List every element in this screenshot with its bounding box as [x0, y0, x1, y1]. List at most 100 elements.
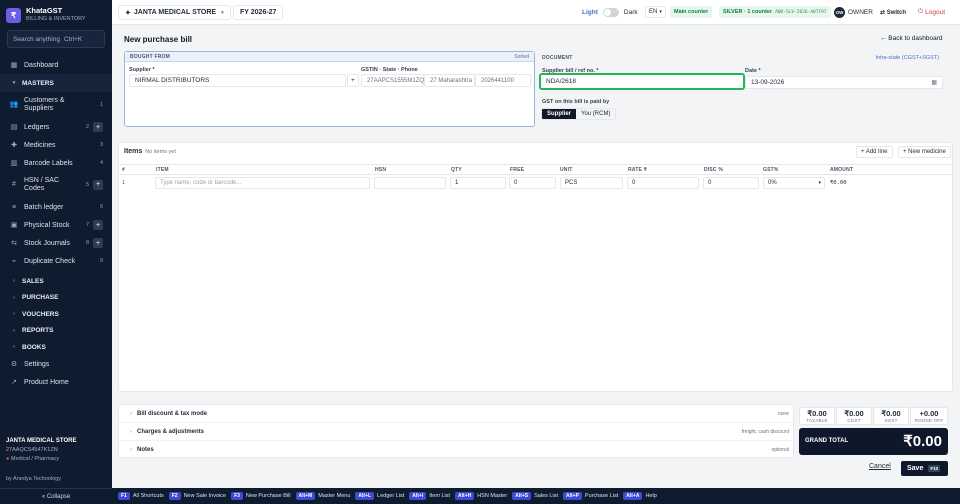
sidebar-item-ledgers[interactable]: ▤ Ledgers 2 + — [0, 118, 112, 136]
box-icon: ▣ — [10, 222, 18, 229]
chevron-right-icon: › — [13, 294, 15, 301]
sidebar-item-physical-stock[interactable]: ▣ Physical Stock 7 + — [0, 216, 112, 234]
chevron-right-icon: › — [130, 428, 132, 435]
barcode-icon: ▥ — [10, 160, 18, 167]
calendar-icon: ▦ — [931, 80, 937, 86]
chevron-right-icon: › — [13, 327, 15, 334]
accordion-title: Notes — [137, 447, 154, 453]
pill-icon: ✚ — [11, 142, 17, 149]
add-hsn-button[interactable]: + — [93, 180, 103, 190]
row-amount: ₹0.00 — [830, 180, 847, 186]
global-search-input[interactable]: Search anything Ctrl+K — [7, 30, 105, 48]
sidebar-item-dashboard[interactable]: ▦ Dashboard — [0, 56, 112, 74]
gst-rate-select[interactable]: 0% ▾ — [763, 177, 825, 189]
shortcut-purchase-list[interactable]: Alt+P Purchase List — [562, 492, 619, 500]
fy-selector[interactable]: FY 2026-27 — [233, 5, 284, 20]
shop-selector[interactable]: ✦ JANTA MEDICAL STORE ▾ — [118, 5, 231, 20]
external-link-icon: ↗ — [11, 379, 17, 386]
sidebar-item-barcode-labels[interactable]: ▥ Barcode Labels 4 — [0, 154, 112, 172]
shortcut-help[interactable]: Alt+A Help — [623, 492, 657, 500]
sidebar-section-sales[interactable]: › SALES — [0, 273, 112, 289]
accordion-title: Charges & adjustments — [137, 428, 205, 435]
sidebar-section-masters[interactable]: ▾ MASTERS — [0, 74, 112, 92]
shortcut-new-sale[interactable]: F2 New Sale Invoice — [168, 492, 226, 500]
sidebar-item-hsn-sac-codes[interactable]: # HSN / SAC Codes 5 + — [0, 172, 112, 198]
charges-accordion[interactable]: › Charges & adjustments freight, cash di… — [119, 423, 795, 441]
new-medicine-button[interactable]: + New medicine — [898, 146, 951, 158]
back-to-dashboard-link[interactable]: ← Back to dashboard — [880, 35, 943, 42]
shortcut-sales-list[interactable]: Alt+S Sales List — [512, 492, 558, 500]
gear-icon: ⚙ — [10, 361, 18, 368]
sidebar-item-product-home[interactable]: ↗ Product Home — [0, 373, 112, 391]
shortcut-key: F2 — [168, 492, 181, 500]
sidebar-section-label: MASTERS — [22, 79, 54, 87]
hsn-input[interactable] — [374, 177, 446, 189]
gst-paid-supplier-option[interactable]: Supplier — [542, 109, 577, 119]
theme-switch[interactable] — [602, 8, 619, 17]
sidebar-nav: ▦ Dashboard ▾ MASTERS 👥 Customers & Supp… — [0, 56, 112, 391]
sidebar-item-count: 3 — [99, 142, 103, 148]
bill-date-input[interactable]: 13-09-2026 ▦ — [745, 76, 943, 89]
book-icon: ▤ — [10, 124, 18, 131]
sidebar-item-count: 9 — [99, 258, 103, 264]
shortcut-new-purchase[interactable]: F3 New Purchase Bill — [231, 492, 291, 500]
col-header: GST% — [763, 167, 779, 173]
shortcut-label: Help — [645, 493, 657, 499]
logout-button[interactable]: ⏻ Logout — [918, 6, 945, 18]
items-card: Items No items yet + Add line + New medic… — [118, 142, 953, 392]
sidebar-item-batch-ledger[interactable]: ≡ Batch ledger 6 — [0, 198, 112, 216]
bought-from-status: Sorted — [514, 53, 529, 60]
bill-discount-accordion[interactable]: › Bill discount & tax mode none — [119, 405, 795, 423]
sidebar-section-books[interactable]: › BOOKS — [0, 339, 112, 355]
sidebar-item-stock-journals[interactable]: ⇆ Stock Journals 8 + — [0, 234, 112, 252]
add-line-button[interactable]: + Add line — [856, 146, 893, 158]
supplier-bill-ref-input[interactable]: NDA/2618 — [539, 73, 745, 90]
shop-info: JANTA MEDICAL STORE 27AAQCS4547K1ZN ● Me… — [6, 437, 76, 464]
document-header: DOCUMENT — [542, 55, 573, 61]
add-stock-journal-button[interactable]: + — [93, 238, 103, 248]
chevron-down-icon: ▾ — [818, 180, 821, 186]
item-search-input[interactable]: Type name, code or barcode... — [155, 177, 370, 189]
shortcut-key: F1 — [118, 492, 130, 500]
sidebar-item-customers-suppliers[interactable]: 👥 Customers & Suppliers 1 — [0, 92, 112, 118]
qty-input[interactable]: 1 — [450, 177, 506, 189]
sidebar-section-label: BOOKS — [22, 343, 46, 351]
language-selector[interactable]: EN ▾ — [645, 6, 666, 18]
notes-accordion[interactable]: › Notes optional — [119, 441, 795, 459]
user-role: OWNER — [848, 9, 873, 16]
sidebar-section-reports[interactable]: › REPORTS — [0, 322, 112, 339]
theme-toggle[interactable]: Light Dark — [582, 8, 638, 17]
supplier-input[interactable]: NIRMAL DISTRIBUTORS — [129, 74, 346, 87]
brand-subtitle: BILLING & INVENTORY — [26, 16, 86, 22]
shortcut-label: Purchase List — [584, 493, 619, 499]
shortcut-all[interactable]: F1 All Shortcuts — [118, 492, 164, 500]
brand[interactable]: ₹ KhataGST BILLING & INVENTORY — [6, 6, 86, 24]
user-menu[interactable]: OW OWNER — [834, 7, 873, 18]
switch-button[interactable]: ⇄ Switch — [880, 6, 906, 18]
rate-input[interactable]: 0 — [627, 177, 699, 189]
shortcut-master-menu[interactable]: Alt+M Master Menu — [295, 492, 350, 500]
sidebar-item-duplicate-check[interactable]: ⌁ Duplicate Check 9 — [0, 252, 112, 270]
gst-paid-rcm-option[interactable]: You (RCM) — [576, 109, 615, 119]
add-supplier-button[interactable]: + — [347, 74, 359, 87]
cancel-button[interactable]: Cancel — [869, 463, 891, 470]
sidebar-section-vouchers[interactable]: › VOUCHERS — [0, 306, 112, 322]
sidebar-item-settings[interactable]: ⚙ Settings — [0, 355, 112, 373]
discount-input[interactable]: 0 — [703, 177, 759, 189]
add-ledger-button[interactable]: + — [93, 122, 103, 132]
free-qty-input[interactable]: 0 — [509, 177, 556, 189]
shortcut-ledger-list[interactable]: Alt+L Ledger List — [355, 492, 404, 500]
sidebar-item-medicines[interactable]: ✚ Medicines 3 — [0, 136, 112, 154]
sidebar-section-purchase[interactable]: › PURCHASE — [0, 289, 112, 306]
shortcut-hsn-master[interactable]: Alt+H HSN Master — [455, 492, 507, 500]
add-physical-stock-button[interactable]: + — [93, 220, 103, 230]
collapse-sidebar-button[interactable]: « Collapse — [0, 488, 112, 504]
shortcut-item-list[interactable]: Alt+I Item List — [409, 492, 450, 500]
license-key: ANO-SLV-2026-A07F97 — [775, 9, 827, 15]
sidebar-section-label: REPORTS — [22, 327, 54, 334]
shortcut-label: HSN Master — [477, 493, 508, 499]
col-header: # — [122, 167, 125, 173]
unit-input[interactable]: PCS — [560, 177, 623, 189]
save-button[interactable]: Save F10 — [901, 461, 948, 476]
items-title: Items No items yet — [124, 148, 176, 155]
